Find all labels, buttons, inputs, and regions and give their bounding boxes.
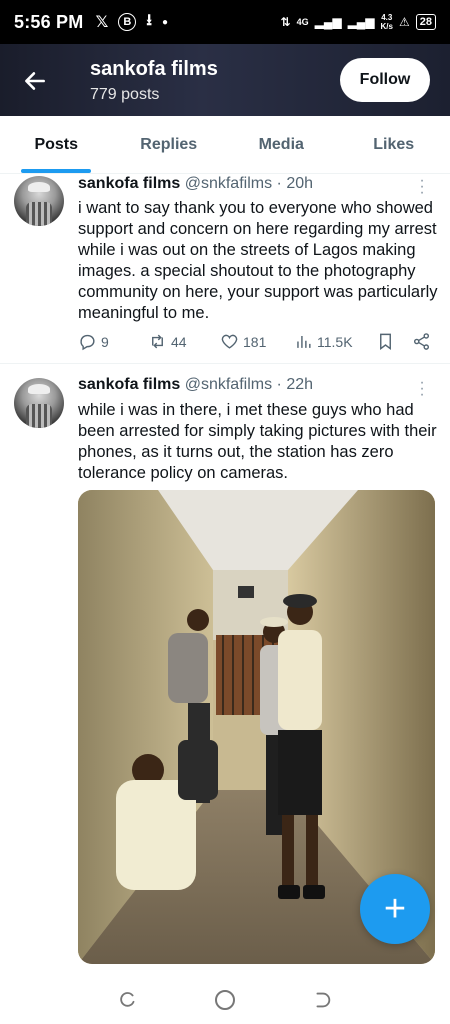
plus-icon: + [383,887,407,930]
tab-media[interactable]: Media [225,116,338,173]
battery-icon: 28 [415,14,436,30]
post[interactable]: sankofa films @snkfafilms · 20h · · · i wa… [0,173,450,364]
post-author-name[interactable]: sankofa films [78,376,180,393]
heart-icon [221,334,238,349]
status-bar: 5:56 PM 𝕏 B ⭳ ● ⇅ 4G ▂▄▆ ▂▄▆ 4.3 K/s ⚠ 2… [0,0,450,44]
views-icon [297,335,311,348]
bookmark-button[interactable] [376,332,412,351]
dot-icon: ● [161,16,168,28]
post-actions: 9 44 181 11.5K [78,332,433,351]
back-button[interactable] [18,64,52,98]
data-transfer-icon: ⇅ [280,15,291,29]
bookmark-icon [380,333,391,351]
tab-likes[interactable]: Likes [338,116,450,173]
more-options-icon[interactable]: · · · [414,173,430,201]
repost-button[interactable]: 44 [148,332,220,351]
post-time: · 22h [276,376,314,393]
back-nav-button[interactable] [307,985,337,1015]
posts-count: 779 posts [90,86,160,103]
follow-button[interactable]: Follow [340,58,430,102]
compose-button[interactable]: + [360,874,430,944]
repost-count: 44 [171,333,187,350]
system-nav-bar [0,976,450,1024]
download-icon: ⭳ [146,11,152,29]
reply-icon [80,334,95,351]
more-options-icon[interactable]: · · · [414,375,430,403]
avatar[interactable] [14,378,64,428]
network-speed: 4.3 K/s [381,13,393,31]
arrow-left-icon [25,72,45,90]
notification-icons: 𝕏 B ⭳ ● [95,9,168,36]
tab-replies[interactable]: Replies [113,116,226,173]
b-circle-icon: B [118,13,137,31]
share-icon [413,333,430,350]
home-button[interactable] [210,985,240,1015]
share-button[interactable] [412,332,431,351]
home-circle-icon [214,990,235,1010]
repost-icon [152,334,163,349]
reply-button[interactable]: 9 [78,332,148,351]
speed-unit: K/s [380,22,393,31]
post-header: sankofa films @snkfafilms · 20h [78,175,313,193]
alert-icon: ⚠ [398,15,410,29]
back-nav-icon [316,992,330,1008]
post-handle[interactable]: @snkfafilms [185,175,272,192]
post-text: i want to say thank you to everyone who … [78,199,438,322]
tab-posts[interactable]: Posts [0,116,113,173]
x-logo-icon: 𝕏 [95,14,109,31]
view-count: 11.5K [317,333,353,350]
profile-tabs: Posts Replies Media Likes [0,116,450,174]
post-header: sankofa films @snkfafilms · 22h [78,376,313,394]
post-author-name[interactable]: sankofa films [78,175,180,192]
status-right: ⇅ 4G ▂▄▆ ▂▄▆ 4.3 K/s ⚠ 28 [281,13,436,31]
profile-name: sankofa films [90,58,218,80]
avatar[interactable] [14,176,64,226]
reply-count: 9 [101,333,109,350]
signal-icon-2: ▂▄▆ [347,15,375,29]
network-label: 4G [296,17,309,27]
signal-icon: ▂▄▆ [314,15,342,29]
like-count: 181 [243,333,267,350]
recent-apps-icon [120,992,135,1007]
post-time: · 20h [276,175,314,192]
like-button[interactable]: 181 [220,332,294,351]
recent-apps-button[interactable] [113,985,143,1015]
speed-value: 4.3 [381,13,393,22]
post-handle[interactable]: @snkfafilms [185,376,272,393]
post-text: while i was in there, i met these guys w… [78,401,437,482]
views-button[interactable]: 11.5K [294,332,376,351]
profile-header: sankofa films 779 posts Follow [0,44,450,116]
status-time: 5:56 PM [14,11,84,32]
